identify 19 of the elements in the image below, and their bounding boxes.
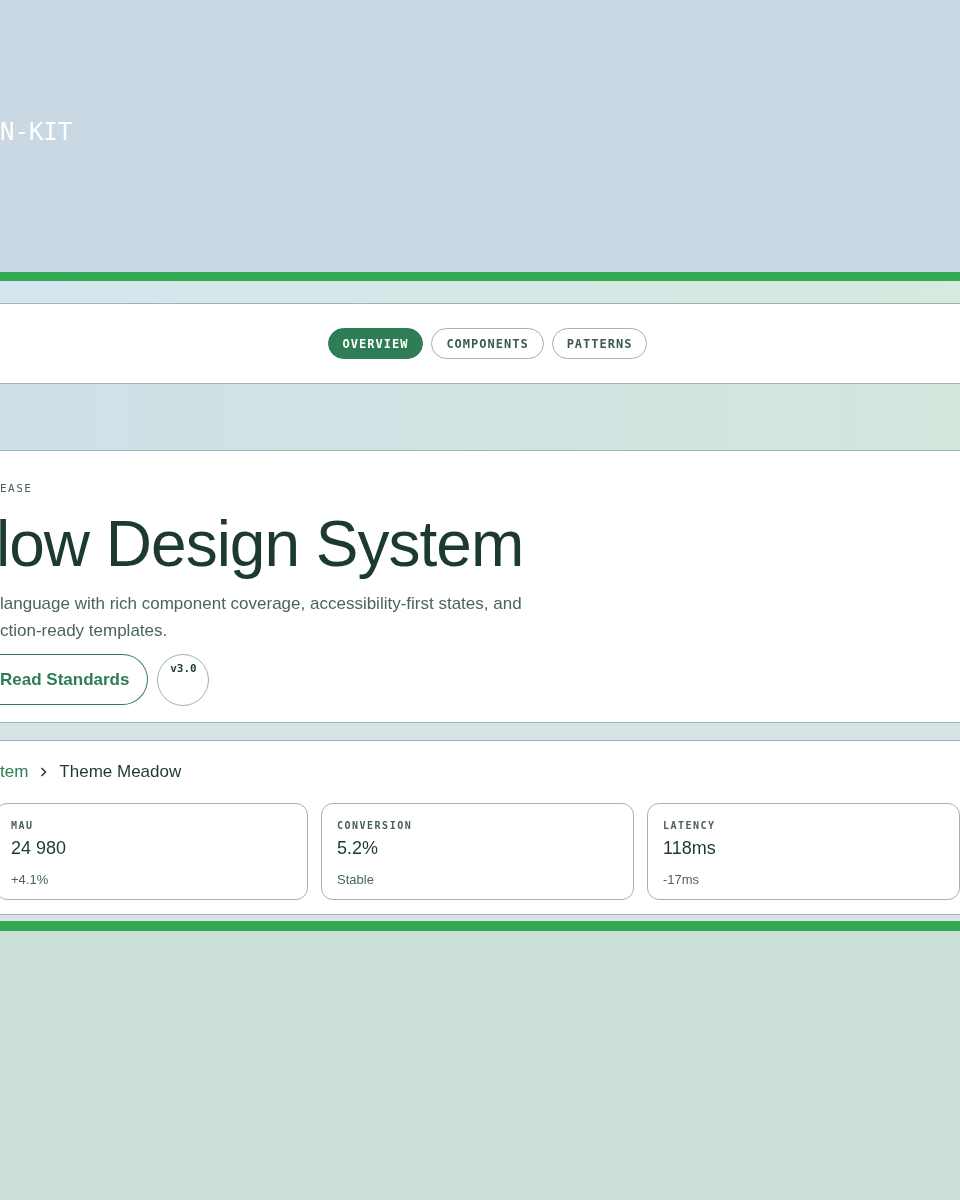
metric-delta: -17ms [663, 871, 700, 889]
chevron-icon [40, 767, 48, 777]
metric-delta: Stable [337, 871, 374, 889]
nav-tab[interactable]: OVERVIEW [327, 328, 424, 359]
metric-label: CONVERSION [337, 819, 413, 833]
metric-value: 24 980 [11, 837, 67, 860]
hero-title: low Design System [0, 506, 525, 582]
metric-value: 118ms [663, 837, 716, 860]
metric-label: MAU [11, 819, 34, 833]
breadcrumb-link[interactable]: tem [0, 759, 29, 785]
eyebrow-text: EASE [0, 481, 34, 497]
hero-description: language with rich component coverage, accessibility-first states, and [0, 592, 523, 615]
metric-label: LATENCY [663, 819, 716, 833]
metric-delta: +4.1% [11, 871, 49, 889]
metric-value: 5.2% [337, 837, 379, 860]
breadcrumb-current: Theme Meadow [59, 761, 182, 784]
nav-tab[interactable]: PATTERNS [551, 328, 648, 359]
hero-description: ction-ready templates. [0, 619, 169, 642]
nav-tab[interactable]: COMPONENTS [431, 328, 544, 359]
